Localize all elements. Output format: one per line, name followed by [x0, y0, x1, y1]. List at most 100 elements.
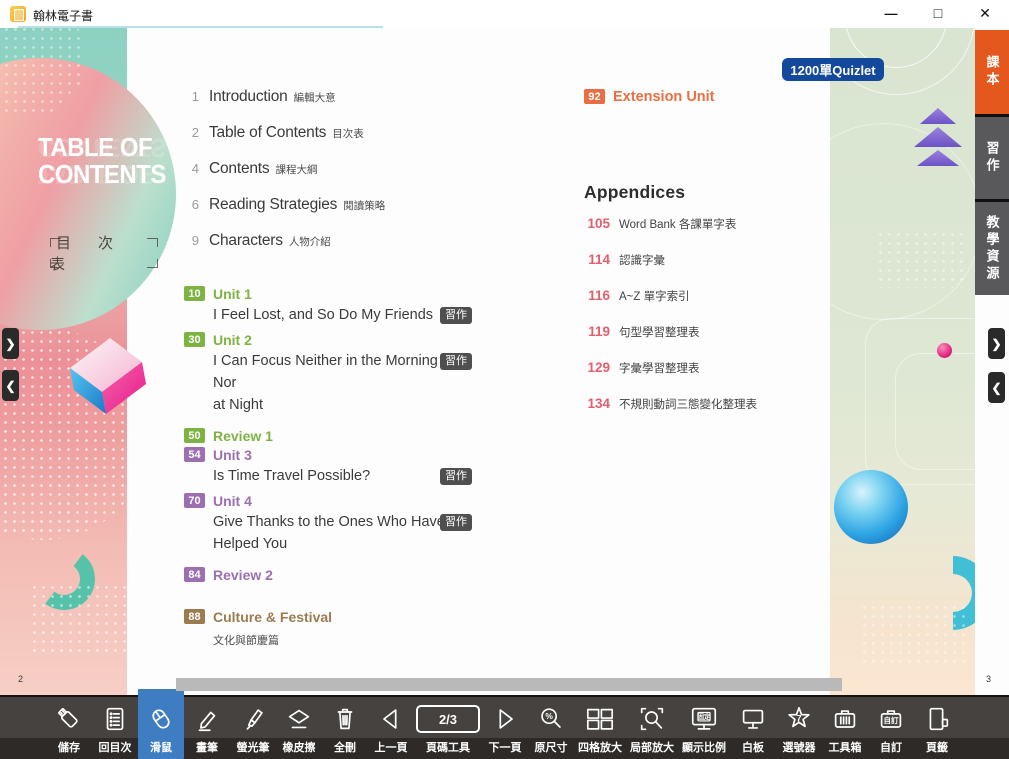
highlighter-icon — [238, 700, 268, 738]
toc-entry-unit1-head[interactable]: 10 Unit 1 — [184, 283, 514, 304]
toolbox-button[interactable]: 工具箱 — [822, 697, 868, 759]
right-panel-collapse-handle[interactable]: ❮ — [988, 372, 1005, 403]
four-grid-icon — [584, 700, 616, 738]
toc-entry-unit3-head[interactable]: 54 Unit 3 — [184, 444, 514, 465]
appendix-entry-vocab-summary[interactable]: 129 字彙學習整理表 — [584, 360, 757, 396]
pen-icon — [192, 700, 222, 738]
eraser-tool-button[interactable]: 橡皮擦 — [276, 697, 322, 759]
cube-decoration — [60, 324, 152, 416]
appendix-entry-word-bank[interactable]: 105 Word Bank 各課單字表 — [584, 216, 757, 252]
blue-sphere-decoration — [834, 470, 908, 544]
circle-outline-decoration — [830, 123, 975, 320]
app-window: 翰林電子書 — □ ✕ TABLE OF CONTENTS TABLE OF C… — [0, 0, 1009, 759]
tab-workbook[interactable]: 習作 — [975, 117, 1009, 199]
display-ratio-button[interactable]: 固定 顯示比例 — [678, 697, 730, 759]
appendix-entry-vocabulary[interactable]: 114 認識字彙 — [584, 252, 757, 288]
triangle-decoration — [920, 108, 956, 124]
highlighter-tool-button[interactable]: 螢光筆 — [230, 697, 276, 759]
appendices-heading: Appendices — [584, 182, 685, 203]
page-tabs-button[interactable]: 頁籤 — [914, 697, 960, 759]
custom-case-icon: 自訂 — [876, 700, 906, 738]
magnifier-brackets-icon — [637, 700, 667, 738]
page-badge: 70 — [184, 493, 205, 508]
left-triangle-icon — [376, 700, 406, 738]
toc-entry-contents[interactable]: 4 Contents 課程大綱 — [184, 160, 514, 196]
app-logo-icon — [10, 6, 26, 22]
usb-save-icon — [54, 700, 84, 738]
original-size-button[interactable]: % 原尺寸 — [528, 697, 574, 759]
right-panel-expand-handle[interactable]: ❯ — [988, 328, 1005, 359]
minimize-button[interactable]: — — [873, 0, 909, 27]
trash-icon — [330, 700, 360, 738]
svg-text:%: % — [545, 711, 553, 721]
prev-page-button[interactable]: 上一頁 — [368, 697, 414, 759]
toc-entry-review2: 84 Review 2 — [184, 564, 514, 585]
toc-deco-title-reflection: TABLE OF CONTENTS — [38, 134, 166, 188]
page-badge: 54 — [184, 447, 205, 462]
four-grid-zoom-button[interactable]: 四格放大 — [574, 697, 626, 759]
page-badge: 88 — [184, 609, 205, 624]
bottom-toolbar: 儲存 回目次 — [0, 695, 1009, 759]
titlebar: 翰林電子書 — □ ✕ — [0, 0, 1009, 28]
svg-text:自訂: 自訂 — [884, 715, 899, 725]
toc-entry-table-of-contents[interactable]: 2 Table of Contents 目次表 — [184, 124, 514, 160]
mouse-tool-button[interactable]: 滑鼠 — [138, 689, 184, 759]
workbook-badge-unit3[interactable]: 習作 — [440, 468, 472, 485]
toc-entry-reading-strategies[interactable]: 6 Reading Strategies 閱讀策略 — [184, 196, 514, 232]
whiteboard-icon — [738, 700, 768, 738]
page-indicator: 2/3 — [416, 700, 480, 738]
right-triangle-icon — [490, 700, 520, 738]
dot-pattern-decoration — [876, 230, 964, 288]
right-page-decoration — [830, 28, 975, 695]
svg-text:固定: 固定 — [697, 712, 711, 721]
horizontal-scrollbar[interactable] — [176, 678, 842, 691]
toc-entry-introduction[interactable]: 1 Introduction 編輯大意 — [184, 88, 514, 124]
appendix-entry-sentence-patterns[interactable]: 119 句型學習整理表 — [584, 324, 757, 360]
page-tool-button[interactable]: 2/3 頁碼工具 — [414, 697, 482, 759]
monitor-fixed-icon: 固定 — [688, 700, 720, 738]
workbook-badge-unit4[interactable]: 習作 — [440, 514, 472, 531]
workbook-badge-unit1[interactable]: 習作 — [440, 307, 472, 324]
star-7-icon: 7 — [784, 700, 814, 738]
appendix-entry-az-index[interactable]: 116 A~Z 單字索引 — [584, 288, 757, 324]
tab-textbook[interactable]: 課本 — [975, 30, 1009, 114]
page-badge: 92 — [584, 89, 605, 104]
toc-entry-unit4-head[interactable]: 70 Unit 4 — [184, 490, 514, 511]
page-badge: 84 — [184, 567, 205, 582]
appendix-list: 105 Word Bank 各課單字表 114 認識字彙 116 A~Z 單字索… — [584, 216, 757, 432]
left-panel-expand-handle[interactable]: ❯ — [2, 328, 19, 359]
custom-button[interactable]: 自訂 自訂 — [868, 697, 914, 759]
delete-all-button[interactable]: 全刪 — [322, 697, 368, 759]
toc-zh-subtitle: 目 次 表 — [50, 238, 158, 268]
toc-entry-unit2-head[interactable]: 30 Unit 2 — [184, 329, 514, 350]
dot-pattern-decoration — [30, 583, 140, 653]
pen-tool-button[interactable]: 畫筆 — [184, 697, 230, 759]
magenta-ball-decoration — [937, 343, 952, 358]
quizlet-1200-words-button[interactable]: 1200單Quizlet — [782, 58, 884, 81]
next-page-button[interactable]: 下一頁 — [482, 697, 528, 759]
partial-zoom-button[interactable]: 局部放大 — [626, 697, 678, 759]
toc-entry-characters[interactable]: 9 Characters 人物介紹 — [184, 232, 514, 268]
left-page-number: 2 — [18, 674, 23, 684]
save-button[interactable]: 儲存 — [46, 697, 92, 759]
sidebar-tabs: 課本 習作 教學資源 — [975, 30, 1009, 295]
page-badge: 30 — [184, 332, 205, 347]
toc-entry-unit4: 70 Unit 4 Give Thanks to the Ones Who Ha… — [184, 490, 514, 555]
toc-entry-culture-festival: 88 Culture & Festival 文化與節慶篇 — [184, 606, 514, 648]
toc-entry-unit1: 10 Unit 1 I Feel Lost, and So Do My Frie… — [184, 283, 514, 326]
toc-group-units-1-2: 10 Unit 1 I Feel Lost, and So Do My Frie… — [184, 283, 514, 449]
toc-entry-unit2: 30 Unit 2 I Can Focus Neither in the Mor… — [184, 329, 514, 416]
whiteboard-button[interactable]: 白板 — [730, 697, 776, 759]
titlebar-accent-line — [18, 26, 383, 28]
toc-group-units-3-4: 54 Unit 3 Is Time Travel Possible? 習作 70… — [184, 444, 514, 588]
appendix-entry-irregular-verbs[interactable]: 134 不規則動詞三態變化整理表 — [584, 396, 757, 432]
tab-teaching-resources[interactable]: 教學資源 — [975, 202, 1009, 295]
close-button[interactable]: ✕ — [967, 0, 1003, 27]
number-picker-button[interactable]: 7 選號器 — [776, 697, 822, 759]
back-to-toc-button[interactable]: 回目次 — [92, 697, 138, 759]
workbook-badge-unit2[interactable]: 習作 — [440, 353, 472, 370]
maximize-button[interactable]: □ — [920, 0, 956, 27]
left-panel-collapse-handle[interactable]: ❮ — [2, 370, 19, 401]
book-spread: TABLE OF CONTENTS TABLE OF CONTENTS 目 次 … — [0, 28, 1009, 695]
page-tab-icon — [922, 700, 952, 738]
